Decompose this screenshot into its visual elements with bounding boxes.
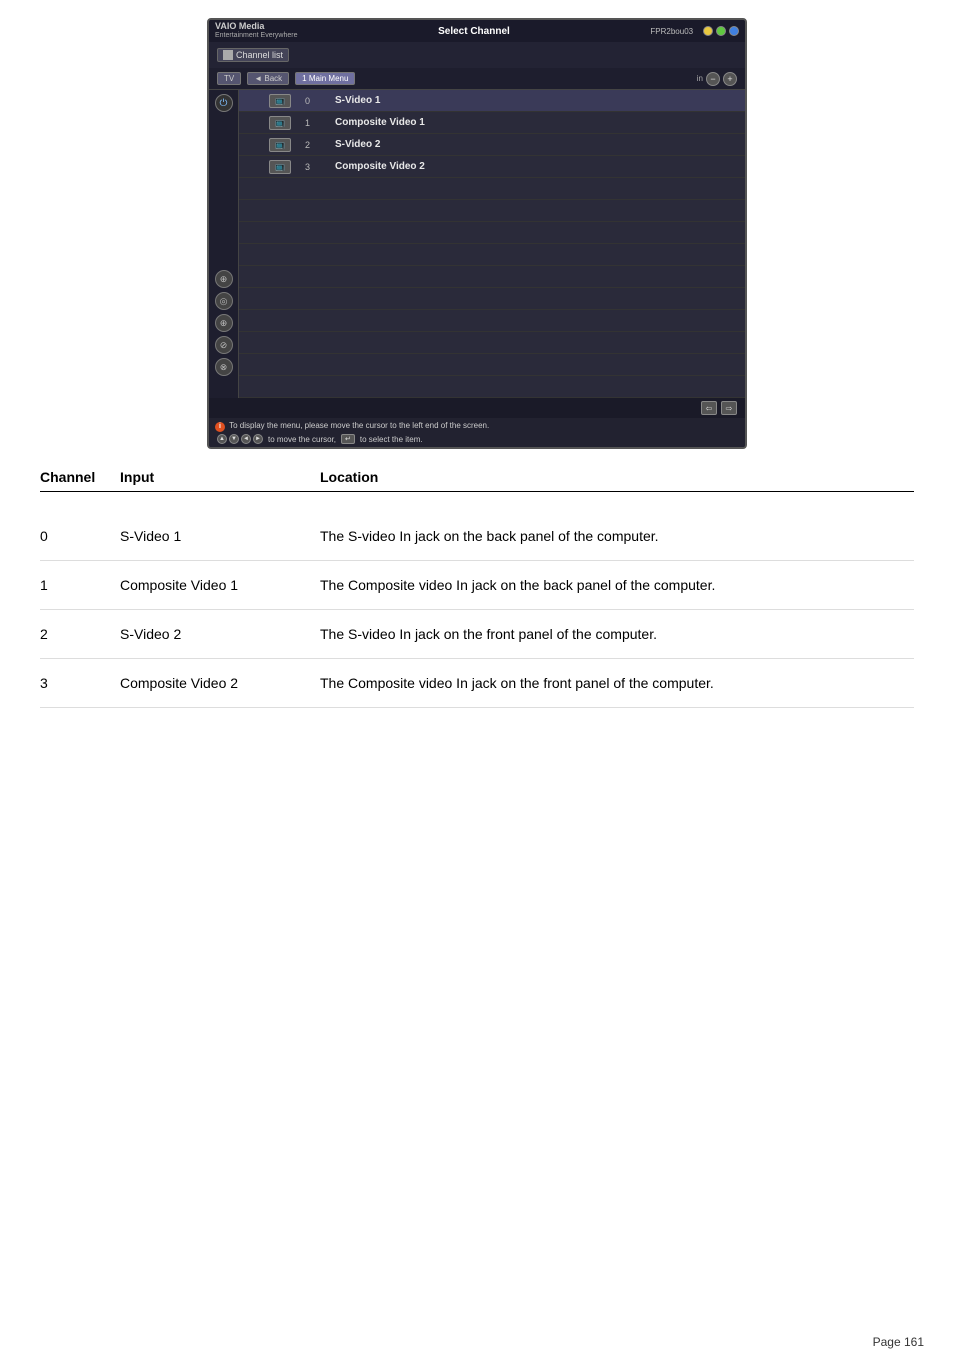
channel-list-button[interactable]: Channel list (217, 48, 289, 62)
tv-bottombar: ⇦ ⇨ (209, 398, 745, 418)
header-location: Location (320, 469, 914, 485)
table-row-0: 0 S-Video 1 The S-video In jack on the b… (40, 512, 914, 561)
row2-input: S-Video 2 (120, 626, 320, 642)
tab-tv[interactable]: TV (217, 72, 241, 85)
tab-main-menu[interactable]: 1 Main Menu (295, 72, 355, 85)
dot-yellow (703, 26, 713, 36)
help-line2: ▲ ▼ ◄ ► to move the cursor, ↵ to select … (215, 434, 739, 444)
tv-helpbar: i To display the menu, please move the c… (209, 418, 745, 447)
channel-icon-0: 📺 (269, 94, 291, 108)
channel-num-3: 3 (305, 162, 325, 172)
channel-row-1[interactable]: 📺 1 Composite Video 1 (239, 112, 745, 134)
window-title-label: FPR2bou03 (650, 27, 693, 36)
channel-row-empty-10 (239, 376, 745, 398)
tv-toolbar: Channel list (209, 42, 745, 68)
sidebar-icon-3[interactable]: ⊕ (215, 314, 233, 332)
channel-row-empty-1 (239, 178, 745, 200)
power-icon[interactable]: ⏻ (215, 94, 233, 112)
row1-input: Composite Video 1 (120, 577, 320, 593)
channel-row-0[interactable]: 📺 0 S-Video 1 (239, 90, 745, 112)
channel-row-empty-3 (239, 222, 745, 244)
help-line1: i To display the menu, please move the c… (215, 421, 739, 432)
sidebar-icon-2[interactable]: ◎ (215, 292, 233, 310)
row0-channel: 0 (40, 528, 120, 544)
channel-name-0: S-Video 1 (335, 95, 737, 106)
nav-direction-icons: ▲ ▼ ◄ ► (217, 434, 263, 444)
channel-row-empty-4 (239, 244, 745, 266)
channel-icon-3: 📺 (269, 160, 291, 174)
window-title: Select Channel (438, 26, 510, 37)
row3-channel: 3 (40, 675, 120, 691)
ctrl-next-button[interactable]: ⇨ (721, 401, 737, 415)
channel-row-empty-9 (239, 354, 745, 376)
row0-location: The S-video In jack on the back panel of… (320, 528, 914, 544)
channel-num-2: 2 (305, 140, 325, 150)
ctrl-prev-button[interactable]: ⇦ (701, 401, 717, 415)
channel-row-empty-8 (239, 332, 745, 354)
channel-row-empty-7 (239, 310, 745, 332)
channel-list-icon (223, 50, 233, 60)
nav-up-icon: ▲ (217, 434, 227, 444)
tab-back[interactable]: ◄ Back (247, 72, 289, 85)
sidebar-icon-4[interactable]: ⊘ (215, 336, 233, 354)
channel-num-1: 1 (305, 118, 325, 128)
app-logo: VAIO Media Entertainment Everywhere (215, 22, 297, 40)
table-row-2: 2 S-Video 2 The S-video In jack on the f… (40, 610, 914, 659)
sidebar-icon-1[interactable]: ⊕ (215, 270, 233, 288)
header-input: Input (120, 469, 320, 485)
tv-topbar: VAIO Media Entertainment Everywhere Sele… (209, 20, 745, 42)
channel-name-2: S-Video 2 (335, 139, 737, 150)
tv-sidebar: ⏻ ⊕ ◎ ⊕ ⊘ ⊗ (209, 90, 239, 398)
dot-blue (729, 26, 739, 36)
help-icon: i (215, 422, 225, 432)
enter-button-icon: ↵ (341, 434, 355, 444)
tv-screenshot: VAIO Media Entertainment Everywhere Sele… (207, 18, 747, 449)
page-number: Page 161 (873, 1335, 924, 1349)
row2-location: The S-video In jack on the front panel o… (320, 626, 914, 642)
nav-prev-button[interactable]: − (706, 72, 720, 86)
channel-name-1: Composite Video 1 (335, 117, 737, 128)
table-row-1: 1 Composite Video 1 The Composite video … (40, 561, 914, 610)
nav-next-button[interactable]: + (723, 72, 737, 86)
nav-label: in (697, 74, 703, 83)
header-channel: Channel (40, 469, 120, 485)
row1-channel: 1 (40, 577, 120, 593)
channel-row-3[interactable]: 📺 3 Composite Video 2 (239, 156, 745, 178)
row1-location: The Composite video In jack on the back … (320, 577, 914, 593)
table-headers: Channel Input Location (40, 469, 914, 492)
nav-down-icon: ▼ (229, 434, 239, 444)
row3-input: Composite Video 2 (120, 675, 320, 691)
window-controls: FPR2bou03 (650, 23, 739, 39)
dot-green (716, 26, 726, 36)
nav-left-icon: ◄ (241, 434, 251, 444)
channel-name-3: Composite Video 2 (335, 161, 737, 172)
nav-right-icon: ► (253, 434, 263, 444)
channel-row-2[interactable]: 📺 2 S-Video 2 (239, 134, 745, 156)
channel-list-content: 📺 0 S-Video 1 📺 1 Composite Video 1 📺 2 … (239, 90, 745, 398)
row0-input: S-Video 1 (120, 528, 320, 544)
channel-row-empty-2 (239, 200, 745, 222)
channel-row-empty-5 (239, 266, 745, 288)
table-row-3: 3 Composite Video 2 The Composite video … (40, 659, 914, 708)
channel-num-0: 0 (305, 96, 325, 106)
tv-main-area: ⏻ ⊕ ◎ ⊕ ⊘ ⊗ 📺 0 S-Video 1 📺 1 Composite … (209, 90, 745, 398)
channel-icon-1: 📺 (269, 116, 291, 130)
main-content: Channel Input Location 0 S-Video 1 The S… (0, 449, 954, 728)
channel-row-empty-6 (239, 288, 745, 310)
channel-icon-2: 📺 (269, 138, 291, 152)
row3-location: The Composite video In jack on the front… (320, 675, 914, 691)
nav-controls: in − + (697, 72, 737, 86)
tv-subtoolbar: TV ◄ Back 1 Main Menu in − + (209, 68, 745, 90)
sidebar-icon-5[interactable]: ⊗ (215, 358, 233, 376)
row2-channel: 2 (40, 626, 120, 642)
